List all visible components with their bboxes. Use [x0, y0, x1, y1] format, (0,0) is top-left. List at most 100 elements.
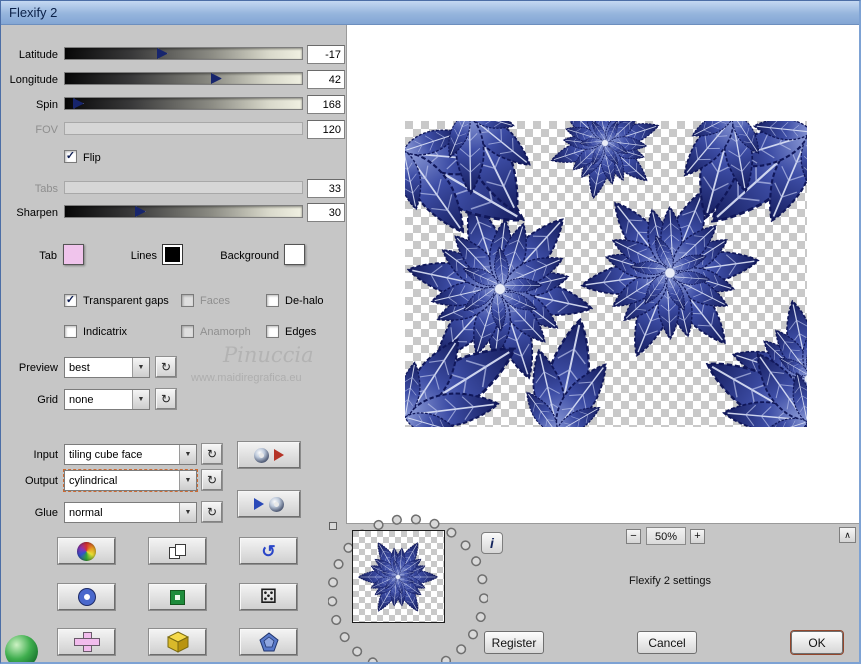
zoom-out-button[interactable]: − — [626, 529, 641, 544]
chevron-down-icon[interactable]: ▼ — [179, 503, 196, 522]
chevron-down-icon[interactable]: ▼ — [179, 445, 196, 464]
dice-icon: ⚄ — [259, 586, 278, 608]
preview-image[interactable] — [405, 121, 807, 427]
lines-color-swatch[interactable] — [162, 244, 183, 265]
yellow-cube-icon — [166, 631, 189, 653]
titlebar[interactable]: Flexify 2 — [1, 1, 859, 25]
longitude-label: Longitude — [9, 74, 58, 86]
output-combo[interactable]: cylindrical ▼ — [63, 469, 198, 492]
preview-cycle-button[interactable]: ↻ — [156, 357, 176, 377]
unfold-cube-button[interactable] — [58, 629, 115, 655]
refresh-icon: ↻ — [206, 473, 218, 487]
output-row: Output cylindrical ▼ ↻ — [3, 469, 346, 492]
play-icon — [274, 449, 284, 461]
glue-combo-value: normal — [69, 507, 103, 519]
copy-pages-icon — [169, 543, 186, 559]
input-cycle-button[interactable]: ↻ — [202, 444, 222, 464]
sharpen-slider-handle[interactable] — [135, 206, 146, 217]
fov-value: 120 — [307, 120, 345, 139]
disc-icon — [254, 447, 269, 463]
tabs-label: Tabs — [34, 183, 58, 195]
green-sphere-icon[interactable] — [5, 635, 38, 662]
undo-button[interactable]: ↺ — [240, 538, 297, 564]
settings-up-button[interactable]: ∧ — [839, 527, 856, 543]
cube-button[interactable] — [149, 629, 206, 655]
spin-slider-handle[interactable] — [73, 98, 84, 109]
glue-combo[interactable]: normal ▼ — [64, 502, 197, 523]
check-icon: ✓ — [65, 294, 76, 306]
ring-icon — [78, 589, 95, 605]
background-color-swatch[interactable] — [284, 244, 305, 265]
longitude-value[interactable]: 42 — [307, 70, 345, 89]
undo-arrow-icon: ↺ — [261, 541, 276, 561]
ok-button[interactable]: OK — [791, 631, 843, 654]
spin-value[interactable]: 168 — [307, 95, 345, 114]
tab-color-swatch[interactable] — [63, 244, 84, 265]
sharpen-slider[interactable] — [64, 205, 303, 218]
window-title: Flexify 2 — [9, 5, 58, 20]
transparent-gaps-checkbox[interactable]: ✓ — [64, 294, 77, 307]
sharpen-label: Sharpen — [16, 207, 58, 219]
preview-combo[interactable]: best ▼ — [64, 357, 150, 378]
blue-polyhedron-icon — [258, 631, 279, 651]
latitude-label: Latitude — [18, 49, 58, 61]
sharpen-value[interactable]: 30 — [307, 203, 345, 222]
latitude-slider[interactable] — [64, 47, 303, 60]
longitude-slider[interactable] — [64, 72, 303, 85]
grid-combo[interactable]: none ▼ — [64, 389, 150, 410]
cancel-button[interactable]: Cancel — [637, 631, 697, 654]
ring-button[interactable] — [58, 584, 115, 610]
indicatrix-checkbox[interactable] — [64, 325, 77, 338]
glue-play-button[interactable] — [238, 491, 300, 517]
grid-cycle-button[interactable]: ↻ — [156, 389, 176, 409]
ok-button-label: OK — [808, 635, 826, 650]
preview-thumbnail[interactable] — [352, 530, 445, 623]
frame-button[interactable] — [149, 584, 206, 610]
output-cycle-button[interactable]: ↻ — [202, 470, 222, 490]
preview-area[interactable] — [346, 25, 859, 524]
latitude-value[interactable]: -17 — [307, 45, 345, 64]
info-button[interactable]: i — [481, 532, 503, 554]
sharpen-row: Sharpen 30 — [3, 203, 346, 223]
input-play-button[interactable] — [238, 442, 300, 468]
grid-combo-label: Grid — [37, 394, 58, 406]
polyhedron-button[interactable] — [240, 629, 297, 655]
spin-row: Spin 168 — [3, 95, 346, 115]
tabs-slider — [64, 181, 303, 194]
chevron-down-icon[interactable]: ▼ — [132, 390, 149, 409]
dehalo-checkbox[interactable] — [266, 294, 279, 307]
refresh-icon: ↻ — [206, 505, 218, 519]
preview-combo-label: Preview — [18, 362, 58, 374]
thumbnail-grip-handle[interactable] — [329, 522, 337, 530]
plus-icon: + — [694, 530, 701, 542]
register-button[interactable]: Register — [484, 631, 544, 654]
flip-checkbox[interactable]: ✓ — [64, 150, 77, 163]
logo-swirl-button[interactable] — [58, 538, 115, 564]
watermark-name: Pinuccia — [223, 343, 314, 367]
copy-settings-button[interactable] — [149, 538, 206, 564]
spin-label: Spin — [35, 99, 58, 111]
glue-combo-label: Glue — [34, 507, 58, 519]
chevron-down-icon[interactable]: ▼ — [179, 471, 196, 490]
latitude-row: Latitude -17 — [3, 45, 346, 65]
zoom-in-button[interactable]: + — [690, 529, 705, 544]
random-button[interactable]: ⚄ — [240, 584, 297, 610]
watermark-url: www.maidiregrafica.eu — [191, 372, 302, 384]
tabs-row: Tabs 33 — [3, 179, 346, 199]
faces-checkbox — [181, 294, 194, 307]
spin-slider[interactable] — [64, 97, 303, 110]
chevron-down-icon[interactable]: ▼ — [132, 358, 149, 377]
refresh-icon: ↻ — [160, 392, 172, 406]
flip-label: Flip — [83, 152, 101, 164]
input-combo[interactable]: tiling cube face ▼ — [64, 444, 197, 465]
transparent-gaps-label: Transparent gaps — [83, 295, 169, 307]
indicatrix-label: Indicatrix — [83, 326, 128, 338]
flexify-window: Flexify 2 Latitude -17 Longitude 42 Spin… — [0, 0, 861, 664]
cancel-button-label: Cancel — [648, 635, 686, 650]
glue-cycle-button[interactable]: ↻ — [202, 502, 222, 522]
edges-checkbox[interactable] — [266, 325, 279, 338]
latitude-slider-handle[interactable] — [157, 48, 168, 59]
longitude-slider-handle[interactable] — [211, 73, 222, 84]
tab-swatch-label: Tab — [39, 250, 57, 262]
refresh-icon: ↻ — [160, 360, 172, 374]
